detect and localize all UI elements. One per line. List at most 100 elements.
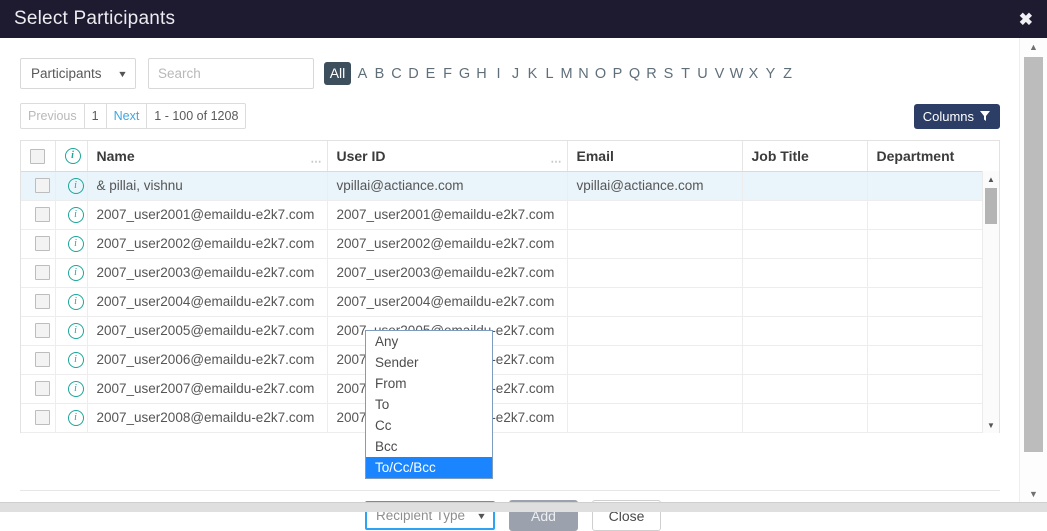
alpha-filter-l[interactable]: L — [541, 66, 558, 82]
info-icon[interactable]: i — [64, 148, 81, 165]
alpha-filter-u[interactable]: U — [694, 66, 711, 82]
alpha-filter-d[interactable]: D — [405, 66, 422, 82]
entity-type-select[interactable]: Participants ▼ — [20, 58, 136, 89]
alpha-filter-x[interactable]: X — [745, 66, 762, 82]
pagination-page-1[interactable]: 1 — [85, 104, 107, 128]
pagination-previous[interactable]: Previous — [21, 104, 85, 128]
row-checkbox[interactable] — [34, 352, 50, 368]
column-header-job-title-label: Job Title — [751, 147, 809, 164]
page-scroll-down-arrow[interactable]: ▼ — [1020, 485, 1047, 503]
table-row[interactable]: i 2007_user2001@emaildu-e2k7.com 2007_us… — [21, 200, 999, 230]
info-icon[interactable]: i — [67, 293, 84, 310]
alpha-filter-k[interactable]: K — [524, 66, 541, 82]
info-icon[interactable]: i — [67, 409, 84, 426]
alpha-filter-e[interactable]: E — [422, 66, 439, 82]
row-checkbox[interactable] — [34, 294, 50, 310]
option-from[interactable]: From — [366, 373, 492, 394]
alpha-filter-m[interactable]: M — [558, 66, 575, 82]
option-sender[interactable]: Sender — [366, 352, 492, 373]
cell-job-title — [742, 200, 868, 230]
option-to[interactable]: To — [366, 394, 492, 415]
option-any[interactable]: Any — [366, 331, 492, 352]
alpha-filter-w[interactable]: W — [728, 66, 745, 82]
alpha-filter-r[interactable]: R — [643, 66, 660, 82]
option-cc[interactable]: Cc — [366, 415, 492, 436]
table-scroll-down-arrow[interactable]: ▼ — [983, 417, 999, 433]
info-icon[interactable]: i — [67, 235, 84, 252]
cell-name: 2007_user2001@emaildu-e2k7.com — [87, 200, 328, 230]
row-checkbox-cell — [21, 403, 56, 433]
column-resize-handle-name[interactable]: ⋯ — [311, 156, 323, 167]
option-to-cc-bcc[interactable]: To/Cc/Bcc — [366, 457, 492, 478]
cell-name: & pillai, vishnu — [87, 171, 328, 201]
table-row[interactable]: i 2007_user2007@emaildu-e2k7.com 2007_us… — [21, 374, 999, 404]
table-scroll-up-arrow[interactable]: ▲ — [983, 171, 999, 187]
table-vertical-scrollbar[interactable]: ▲ ▼ — [982, 171, 999, 433]
column-header-email[interactable]: Email — [567, 141, 743, 172]
page-scrollbar-thumb[interactable] — [1024, 57, 1043, 452]
row-checkbox[interactable] — [34, 410, 50, 426]
row-checkbox-cell — [21, 171, 56, 201]
table-row[interactable]: i 2007_user2002@emaildu-e2k7.com 2007_us… — [21, 229, 999, 259]
alpha-filter-s[interactable]: S — [660, 66, 677, 82]
row-checkbox[interactable] — [34, 236, 50, 252]
info-icon[interactable]: i — [67, 351, 84, 368]
alpha-filter-p[interactable]: P — [609, 66, 626, 82]
columns-button[interactable]: Columns — [913, 103, 1000, 129]
alpha-filter-h[interactable]: H — [473, 66, 490, 82]
pagination-next[interactable]: Next — [107, 104, 148, 128]
info-icon[interactable]: i — [67, 380, 84, 397]
table-row[interactable]: i 2007_user2003@emaildu-e2k7.com 2007_us… — [21, 258, 999, 288]
alpha-filter-j[interactable]: J — [507, 66, 524, 82]
option-bcc[interactable]: Bcc — [366, 436, 492, 457]
alpha-filter-i[interactable]: I — [490, 66, 507, 82]
alpha-filter-v[interactable]: V — [711, 66, 728, 82]
alpha-filter-y[interactable]: Y — [762, 66, 779, 82]
column-header-name[interactable]: Name ⋯ — [87, 141, 328, 172]
alpha-filter-t[interactable]: T — [677, 66, 694, 82]
alpha-filter-o[interactable]: O — [592, 66, 609, 82]
table-row[interactable]: i 2007_user2004@emaildu-e2k7.com 2007_us… — [21, 287, 999, 317]
alpha-filter-b[interactable]: B — [371, 66, 388, 82]
row-checkbox[interactable] — [34, 207, 50, 223]
table-scrollbar-thumb[interactable] — [985, 188, 997, 224]
info-column-header: i — [55, 141, 88, 172]
column-header-department[interactable]: Department — [867, 141, 999, 172]
column-header-user-id[interactable]: User ID ⋯ — [327, 141, 568, 172]
table-row[interactable]: i & pillai, vishnu vpillai@actiance.com … — [21, 171, 999, 201]
participants-table-container: i Name ⋯ User ID ⋯ Email Job Title Depar… — [20, 140, 1000, 433]
page-scroll-up-arrow[interactable]: ▲ — [1020, 38, 1047, 56]
cell-email — [567, 345, 743, 375]
alpha-filter-n[interactable]: N — [575, 66, 592, 82]
alpha-filter-f[interactable]: F — [439, 66, 456, 82]
row-checkbox[interactable] — [34, 265, 50, 281]
table-row[interactable]: i 2007_user2005@emaildu-e2k7.com 2007_us… — [21, 316, 999, 346]
recipient-type-options-list[interactable]: Any Sender From To Cc Bcc To/Cc/Bcc — [365, 330, 493, 479]
alpha-filter-a[interactable]: A — [354, 66, 371, 82]
info-icon[interactable]: i — [67, 264, 84, 281]
column-header-job-title[interactable]: Job Title — [742, 141, 868, 172]
page-vertical-scrollbar[interactable]: ▲ ▼ — [1019, 38, 1047, 503]
info-icon[interactable]: i — [67, 322, 84, 339]
alpha-filter-c[interactable]: C — [388, 66, 405, 82]
select-all-checkbox[interactable] — [30, 149, 45, 165]
alpha-filter-q[interactable]: Q — [626, 66, 643, 82]
footer-divider — [20, 490, 1000, 491]
alpha-filter-all[interactable]: All — [324, 62, 351, 85]
page-horizontal-scrollbar[interactable] — [0, 502, 1047, 512]
alpha-filter-g[interactable]: G — [456, 66, 473, 82]
row-checkbox[interactable] — [34, 323, 50, 339]
row-checkbox[interactable] — [34, 178, 50, 194]
info-icon[interactable]: i — [67, 177, 84, 194]
column-resize-handle-user-id[interactable]: ⋯ — [551, 156, 563, 167]
chevron-down-icon: ▼ — [476, 510, 487, 521]
search-input[interactable] — [148, 58, 314, 89]
info-icon[interactable]: i — [67, 206, 84, 223]
row-checkbox-cell — [21, 345, 56, 375]
close-icon[interactable]: ✖ — [1019, 11, 1033, 28]
table-row[interactable]: i 2007_user2006@emaildu-e2k7.com 2007_us… — [21, 345, 999, 375]
row-checkbox[interactable] — [34, 381, 50, 397]
table-row[interactable]: i 2007_user2008@emaildu-e2k7.com 2007_us… — [21, 403, 999, 433]
alpha-filter-z[interactable]: Z — [779, 66, 796, 82]
dialog-titlebar: Select Participants ✖ — [0, 0, 1047, 38]
